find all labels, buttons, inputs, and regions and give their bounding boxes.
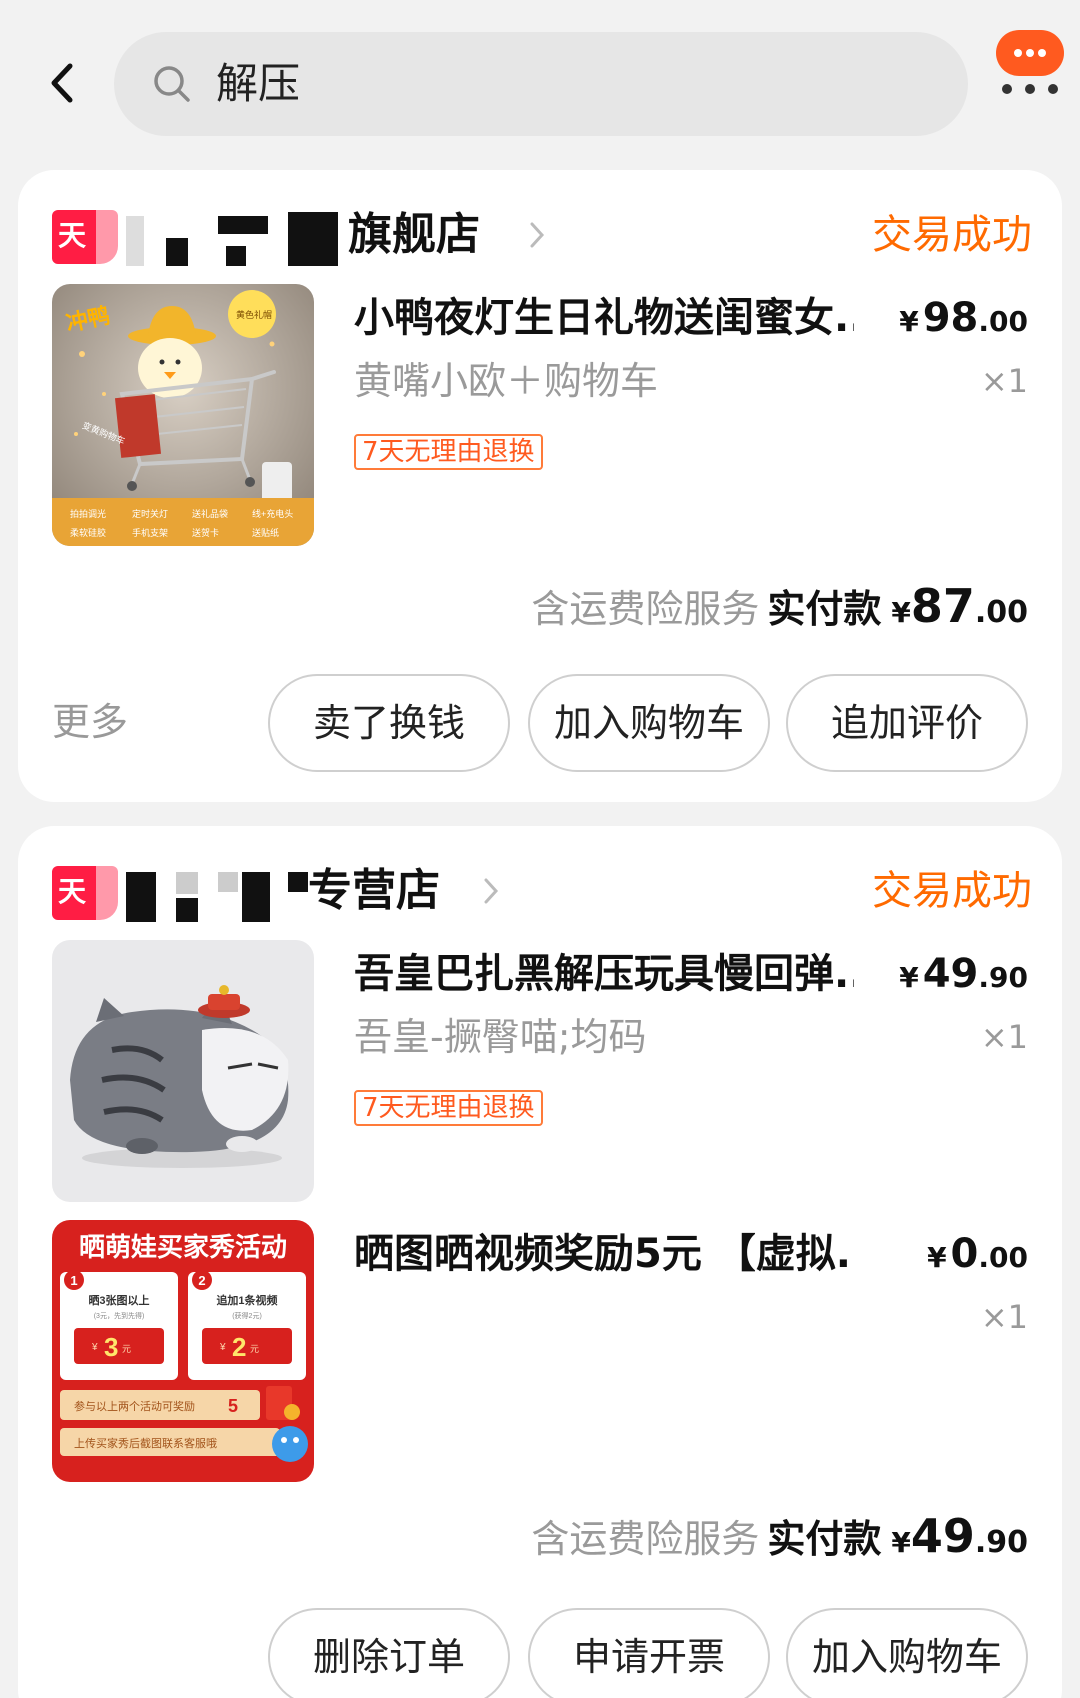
svg-text:3: 3 [104,1332,118,1362]
search-bar[interactable]: 解压 [114,32,968,136]
add-to-cart-button[interactable]: 加入购物车 [528,674,770,772]
search-query[interactable]: 解压 [216,54,300,114]
svg-text:元: 元 [122,1344,131,1354]
order-item[interactable]: 冲鸭 黄色礼帽 变黄购物车 拍拍调光 定时关灯 送礼品袋 线+充电头 柔软硅胶 … [52,284,1028,546]
product-price: ¥0.00 [927,1231,1028,1277]
chevron-left-icon [51,63,73,103]
order-actions: 更多 卖了换钱 加入购物车 追加评价 [52,674,1028,772]
paid-label: 实付款 [767,1517,882,1561]
svg-text:5: 5 [228,1396,238,1416]
svg-text:2: 2 [198,1273,205,1288]
shop-header[interactable]: 天 专营店 交易成功 [52,856,1032,926]
product-title[interactable]: 吾皇巴扎黑解压玩具慢回弹... [354,946,854,1002]
svg-text:2: 2 [232,1332,246,1362]
product-image[interactable] [52,940,314,1202]
tmall-icon: 天 [52,866,118,920]
sell-for-cash-button[interactable]: 卖了换钱 [268,674,510,772]
thumb-feature-8: 送贴纸 [252,527,279,538]
chevron-right-icon [484,878,499,904]
shipping-insurance-label: 含运费险服务 [531,1517,760,1561]
svg-text:¥: ¥ [91,1342,98,1353]
shipping-insurance-label: 含运费险服务 [531,587,760,631]
order-item[interactable]: 吾皇巴扎黑解压玩具慢回弹... ¥49.90 吾皇-撅臀喵;均码 ×1 7天无理… [52,940,1028,1202]
shop-header[interactable]: 天 旗舰店 交易成功 [52,200,1032,270]
thumb-badge: 黄色礼帽 [236,309,272,320]
svg-text:1: 1 [70,1273,77,1288]
shop-name-mosaic [122,864,312,922]
order-card: 天 专营店 交易成功 吾皇巴扎黑解压玩具慢回弹... ¥ 49.90 吾皇-撅臀… [18,826,1062,1698]
shop-name: 专营店 [308,865,440,916]
tmall-icon: 天 [52,210,118,264]
shop-name: 旗舰店 [348,209,480,260]
more-link[interactable]: 更多 [52,694,128,750]
thumb-feature-7: 送贺卡 [192,527,219,538]
order-actions: 删除订单 申请开票 加入购物车 [52,1608,1028,1698]
order-card: 天 旗舰店 交易成功 冲鸭 黄色礼帽 变黄购物车 拍拍调光 定时关灯 送礼品袋 … [18,170,1062,802]
svg-text:¥: ¥ [219,1342,226,1353]
thumb-feature-1: 拍拍调光 [70,508,106,519]
product-price: ¥98.00 [899,295,1028,341]
svg-text:元: 元 [250,1344,259,1354]
voucher-headline: 晒萌娃买家秀活动 [79,1232,287,1262]
top-bar: 解压 [0,0,1080,150]
thumb-feature-3: 送礼品袋 [192,508,228,519]
product-quantity: ×1 [980,362,1028,400]
chat-bubble-icon [996,30,1064,76]
paid-amount: 87 [910,579,975,633]
product-image[interactable]: 冲鸭 黄色礼帽 变黄购物车 拍拍调光 定时关灯 送礼品袋 线+充电头 柔软硅胶 … [52,284,314,546]
product-sku: 吾皇-撅臀喵;均码 [354,1015,647,1059]
return-policy-tag: 7天无理由退换 [354,1090,543,1126]
product-price: ¥49.90 [899,951,1028,997]
thumb-feature-6: 手机支架 [132,527,168,538]
product-image[interactable]: 晒萌娃买家秀活动 1 2 晒3张图以上 (3元，先到先得) 追加1条视频 (获得… [52,1220,314,1482]
thumb-feature-2: 定时关灯 [132,508,168,519]
product-sku: 黄嘴小欧＋购物车 [354,359,659,403]
add-to-cart-button[interactable]: 加入购物车 [786,1608,1028,1698]
order-status: 交易成功 [872,212,1032,258]
back-button[interactable] [44,58,84,108]
more-dots-icon [998,82,1062,96]
thumb-feature-4: 线+充电头 [252,508,293,519]
svg-text:(3元，先到先得): (3元，先到先得) [94,1311,145,1320]
messages-button[interactable] [996,30,1064,94]
svg-text:参与以上两个活动可奖励: 参与以上两个活动可奖励 [74,1399,195,1413]
delete-order-button[interactable]: 删除订单 [268,1608,510,1698]
paid-label: 实付款 [767,587,882,631]
chevron-right-icon [530,222,545,248]
svg-text:上传买家秀后截图联系客服哦: 上传买家秀后截图联系客服哦 [74,1436,217,1450]
svg-text:晒3张图以上: 晒3张图以上 [88,1293,149,1307]
payment-summary: 含运费险服务 实付款 ¥87.00 [531,579,1028,633]
svg-text:追加1条视频: 追加1条视频 [216,1293,277,1307]
product-quantity: ×1 [980,1018,1028,1056]
thumb-feature-5: 柔软硅胶 [70,527,106,538]
product-quantity: ×1 [980,1298,1028,1336]
paid-amount: 49 [910,1509,975,1563]
product-title[interactable]: 晒图晒视频奖励5元 【虚拟... [354,1226,854,1282]
payment-summary: 含运费险服务 实付款 ¥49.90 [531,1509,1028,1563]
svg-text:(获得2元): (获得2元) [232,1311,262,1320]
order-item[interactable]: 晒萌娃买家秀活动 1 2 晒3张图以上 (3元，先到先得) 追加1条视频 (获得… [52,1220,1028,1482]
return-policy-tag: 7天无理由退换 [354,434,543,470]
request-invoice-button[interactable]: 申请开票 [528,1608,770,1698]
search-icon [154,66,190,102]
shop-name-mosaic [122,208,340,266]
add-review-button[interactable]: 追加评价 [786,674,1028,772]
order-status: 交易成功 [872,868,1032,914]
product-title[interactable]: 小鸭夜灯生日礼物送闺蜜女... [354,290,854,346]
